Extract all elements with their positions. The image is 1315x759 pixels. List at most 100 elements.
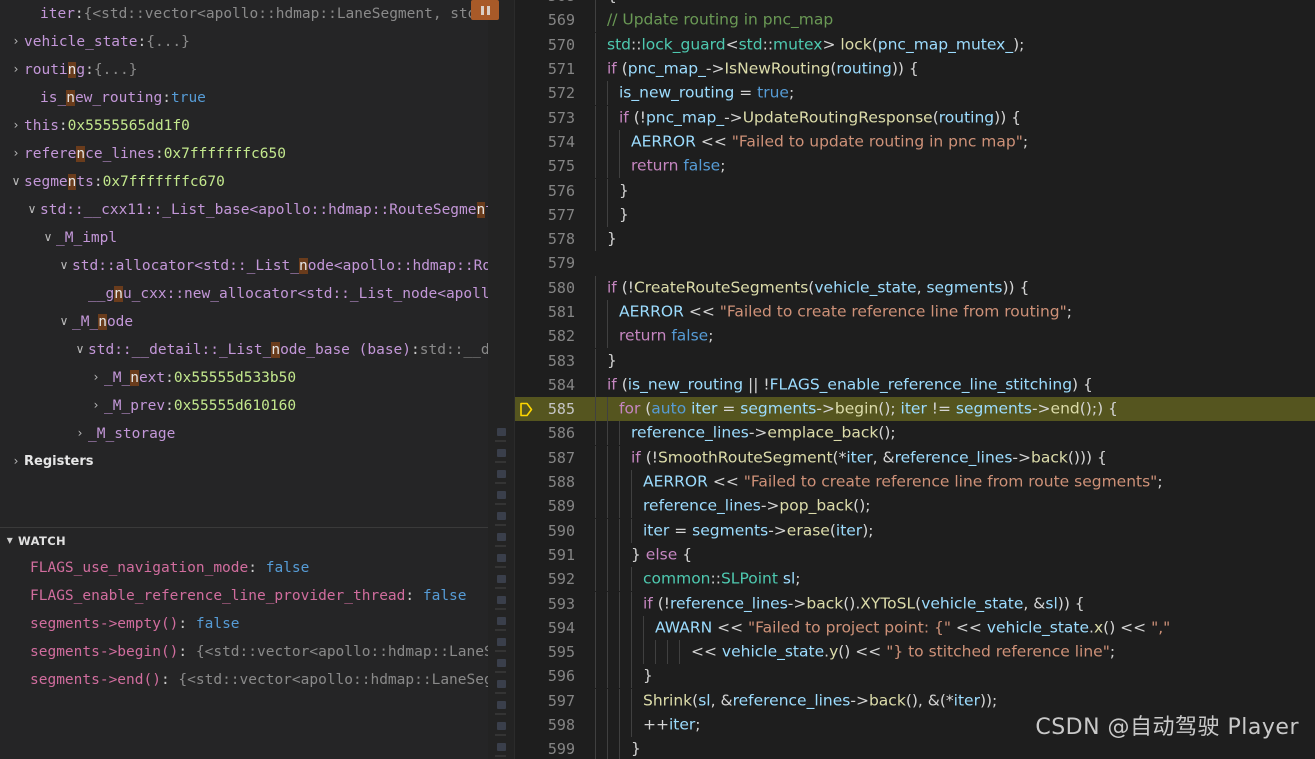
debug-current-line-arrow-icon[interactable]	[519, 402, 533, 417]
line-number[interactable]: 599	[515, 740, 583, 758]
line-number[interactable]: 568	[515, 0, 583, 5]
chevron-down-icon[interactable]: ∨	[8, 167, 24, 195]
code-line[interactable]: 572 is_new_routing = true;	[515, 81, 1315, 106]
code-line[interactable]: 568 {	[515, 0, 1315, 9]
line-number[interactable]: 583	[515, 352, 583, 370]
code-line[interactable]: 590 iter = segments->erase(iter);	[515, 518, 1315, 543]
code-line[interactable]: 588 AERROR << "Failed to create reference…	[515, 470, 1315, 495]
code-line[interactable]: 570 std::lock_guard<std::mutex> lock(pnc_…	[515, 32, 1315, 57]
chevron-right-icon[interactable]: ›	[8, 139, 24, 167]
code-line[interactable]: 576}	[515, 178, 1315, 203]
variables-panel[interactable]: iter: {<std::vector<apollo::hdmap::LaneS…	[0, 0, 515, 527]
line-number[interactable]: 581	[515, 303, 583, 321]
variable-row[interactable]: › this: 0x5555565dd1f0	[0, 112, 515, 140]
code-line[interactable]: 577}	[515, 202, 1315, 227]
code-line[interactable]: 583}	[515, 348, 1315, 373]
chevron-down-icon[interactable]: ∨	[56, 307, 72, 335]
code-line[interactable]: 571 if (pnc_map_->IsNewRouting(routing)) …	[515, 57, 1315, 82]
code-line[interactable]: 584 if (is_new_routing || !FLAGS_enable_r…	[515, 372, 1315, 397]
variable-row[interactable]: ∨ std::__detail::_List_node_base (base): …	[0, 336, 515, 364]
code-line[interactable]: 591} else {	[515, 542, 1315, 567]
variable-row[interactable]: › routing: {...}	[0, 56, 515, 84]
line-number[interactable]: 592	[515, 570, 583, 588]
code-line[interactable]: 579	[515, 251, 1315, 275]
code-line[interactable]: 569 // Update routing in pnc_map	[515, 8, 1315, 33]
code-line-current[interactable]: 585 for (auto iter = segments->begin(); i…	[515, 397, 1315, 422]
watch-section-header[interactable]: ▾ WATCH	[0, 528, 515, 554]
code-line[interactable]: 582 return false;	[515, 324, 1315, 349]
chevron-down-icon[interactable]: ▾	[2, 528, 18, 553]
line-number[interactable]: 587	[515, 449, 583, 467]
chevron-down-icon[interactable]: ∨	[56, 251, 72, 279]
line-number[interactable]: 589	[515, 497, 583, 515]
variable-row[interactable]: › _M_next: 0x55555d533b50	[0, 364, 515, 392]
code-line[interactable]: 597 Shrink(sl, &reference_lines->back(), …	[515, 688, 1315, 713]
code-line[interactable]: 596}	[515, 664, 1315, 689]
chevron-right-icon[interactable]: ›	[72, 419, 88, 447]
variable-row[interactable]: › _M_storage	[0, 420, 515, 448]
chevron-right-icon[interactable]: ›	[88, 363, 104, 391]
chevron-right-icon[interactable]: ›	[8, 55, 24, 83]
code-line[interactable]: 594 AWARN << "Failed to project point: {"…	[515, 615, 1315, 640]
code-line[interactable]: 595 << vehicle_state.y() << "} to stitche…	[515, 640, 1315, 665]
code-line[interactable]: 587 if (!SmoothRouteSegment(*iter, &refer…	[515, 445, 1315, 470]
code-line[interactable]: 589 reference_lines->pop_back();	[515, 494, 1315, 519]
code-lines[interactable]: 568{569// Update routing in pnc_map570st…	[515, 0, 1315, 759]
line-number[interactable]: 596	[515, 667, 583, 685]
code-line[interactable]: 574 AERROR << "Failed to update routing i…	[515, 129, 1315, 154]
line-number[interactable]: 593	[515, 595, 583, 613]
line-number[interactable]: 579	[515, 254, 583, 272]
line-number[interactable]: 598	[515, 716, 583, 734]
chevron-right-icon[interactable]: ›	[8, 447, 24, 475]
line-number[interactable]: 591	[515, 546, 583, 564]
variable-row[interactable]: ∨ segments: 0x7fffffffc670	[0, 168, 515, 196]
variable-row[interactable]: ∨ _M_node	[0, 308, 515, 336]
line-number[interactable]: 590	[515, 522, 583, 540]
chevron-down-icon[interactable]: ∨	[72, 335, 88, 363]
code-line[interactable]: 573 if (!pnc_map_->UpdateRoutingResponse(…	[515, 105, 1315, 130]
chevron-right-icon[interactable]: ›	[8, 27, 24, 55]
watch-list[interactable]: FLAGS_use_navigation_mode: false FLAGS_en…	[0, 554, 515, 694]
variable-row[interactable]: iter: {<std::vector<apollo::hdmap::LaneS…	[0, 0, 515, 28]
variable-row[interactable]: ∨ std::allocator<std::_List_node<apollo::…	[0, 252, 515, 280]
line-number[interactable]: 569	[515, 11, 583, 29]
watch-row[interactable]: segments->begin(): {<std::vector<apollo:…	[0, 638, 515, 666]
variable-row[interactable]: ∨ _M_impl	[0, 224, 515, 252]
variable-row[interactable]: › vehicle_state: {...}	[0, 28, 515, 56]
variable-row[interactable]: is_new_routing: true	[0, 84, 515, 112]
watch-row[interactable]: FLAGS_enable_reference_line_provider_thr…	[0, 582, 515, 610]
line-number[interactable]: 571	[515, 60, 583, 78]
code-line[interactable]: 593 if (!reference_lines->back().XYToSL(v…	[515, 591, 1315, 616]
code-line[interactable]: 578}	[515, 227, 1315, 252]
code-line[interactable]: 599}	[515, 737, 1315, 759]
line-number[interactable]: 595	[515, 643, 583, 661]
code-line[interactable]: 581 AERROR << "Failed to create reference…	[515, 300, 1315, 324]
chevron-down-icon[interactable]: ∨	[40, 223, 56, 251]
line-number[interactable]: 572	[515, 84, 583, 102]
minimap-strip[interactable]	[488, 0, 514, 759]
line-number[interactable]: 573	[515, 109, 583, 127]
line-number[interactable]: 588	[515, 473, 583, 491]
line-number[interactable]: 594	[515, 619, 583, 637]
line-number[interactable]: 575	[515, 157, 583, 175]
chevron-down-icon[interactable]: ∨	[24, 195, 40, 223]
line-number[interactable]: 580	[515, 279, 583, 297]
line-number[interactable]: 570	[515, 36, 583, 54]
code-editor[interactable]: 568{569// Update routing in pnc_map570st…	[515, 0, 1315, 759]
code-line[interactable]: 592 common::SLPoint sl;	[515, 567, 1315, 592]
watch-row[interactable]: segments->end(): {<std::vector<apollo::h…	[0, 666, 515, 694]
line-number[interactable]: 597	[515, 692, 583, 710]
code-line[interactable]: 586 reference_lines->emplace_back();	[515, 421, 1315, 446]
line-number[interactable]: 577	[515, 206, 583, 224]
variable-row[interactable]: __gnu_cxx::new_allocator<std::_List_node…	[0, 280, 515, 308]
variable-row[interactable]: › _M_prev: 0x55555d610160	[0, 392, 515, 420]
variable-row[interactable]: › reference_lines: 0x7fffffffc650	[0, 140, 515, 168]
line-number[interactable]: 576	[515, 182, 583, 200]
chevron-right-icon[interactable]: ›	[8, 111, 24, 139]
variable-row[interactable]: › Registers	[0, 448, 515, 476]
line-number[interactable]: 578	[515, 230, 583, 248]
watch-row[interactable]: FLAGS_use_navigation_mode: false	[0, 554, 515, 582]
chevron-right-icon[interactable]: ›	[88, 391, 104, 419]
code-line[interactable]: 575 return false;	[515, 154, 1315, 179]
code-line[interactable]: 598 ++iter;	[515, 713, 1315, 738]
